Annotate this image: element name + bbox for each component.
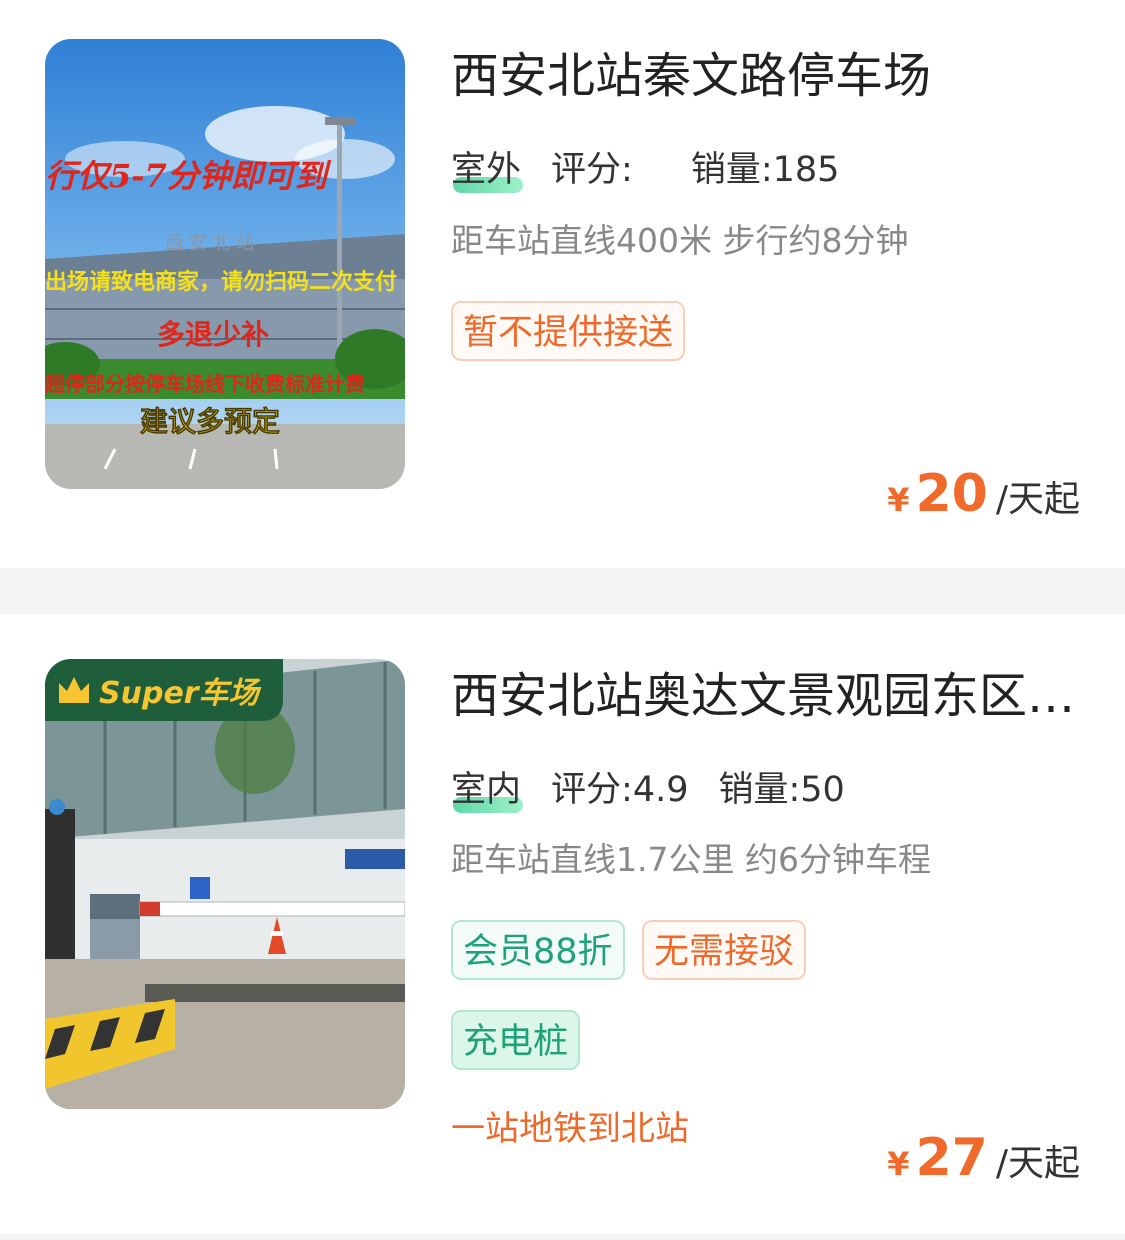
- price-value: 27: [915, 1128, 988, 1188]
- listing-photo[interactable]: Super车场: [45, 659, 405, 1109]
- tag-member-discount: 会员88折: [451, 920, 625, 980]
- listing-photo[interactable]: 行仅5-7分钟即可到 西 安 北 站 出场请致电商家，请勿扫码二次支付 多退少补…: [45, 39, 405, 489]
- price-currency: ¥: [887, 1145, 910, 1183]
- price-unit: /天起: [995, 479, 1080, 520]
- listing-title[interactable]: 西安北站秦文路停车场: [451, 46, 1081, 106]
- parking-garage-photo: Super车场: [45, 659, 405, 1109]
- sales-label: 销量:: [690, 150, 773, 190]
- image-text-line3: 多退少补: [157, 318, 269, 351]
- parking-type: 室外: [451, 145, 524, 195]
- image-text-line4: 超停部分按停车场线下收费标准计费: [45, 372, 365, 396]
- tag-no-shuttle-needed: 无需接驳: [642, 920, 807, 980]
- image-text-line2: 出场请致电商家，请勿扫码二次支付: [45, 269, 397, 295]
- section-divider: [0, 1234, 1125, 1240]
- distance-info: 距车站直线400米 步行约8分钟: [451, 221, 909, 260]
- rating-label: 评分:: [551, 150, 633, 190]
- price-unit: /天起: [995, 1143, 1080, 1184]
- price: ¥20/天起: [887, 464, 1080, 524]
- price: ¥27/天起: [887, 1128, 1080, 1188]
- parking-listing-card[interactable]: Super车场 西安北站奥达文景观园东区… 室内 评分:4.9 销量:50 距车站直…: [0, 614, 1125, 1234]
- listing-meta: 室内 评分:4.9 销量:50: [451, 765, 845, 815]
- image-station-sign: 西 安 北 站: [165, 233, 254, 254]
- sales-value: 185: [772, 150, 840, 190]
- parking-type: 室内: [451, 765, 524, 815]
- rating-value: 4.9: [632, 770, 689, 810]
- parking-listing-card[interactable]: 行仅5-7分钟即可到 西 安 北 站 出场请致电商家，请勿扫码二次支付 多退少补…: [0, 0, 1125, 568]
- listing-meta: 室外 评分: 销量:185: [451, 145, 839, 195]
- price-value: 20: [915, 464, 988, 524]
- tag-no-shuttle: 暂不提供接送: [451, 301, 686, 361]
- distance-info: 距车站直线1.7公里 约6分钟车程: [451, 840, 931, 879]
- image-text-line5: 建议多预定: [140, 405, 280, 438]
- price-currency: ¥: [887, 481, 910, 519]
- sales-value: 50: [800, 770, 845, 810]
- listing-title[interactable]: 西安北站奥达文景观园东区…: [451, 666, 1081, 726]
- sales-label: 销量:: [718, 770, 801, 810]
- image-text-line1: 行仅5-7分钟即可到: [45, 157, 332, 195]
- tag-charging-pile: 充电桩: [451, 1010, 581, 1070]
- rating-label: 评分:: [551, 770, 633, 810]
- super-badge-text: Super车场: [99, 676, 262, 711]
- promo-text: 一站地铁到北站: [451, 1109, 689, 1149]
- parking-lot-photo: 行仅5-7分钟即可到 西 安 北 站 出场请致电商家，请勿扫码二次支付 多退少补…: [45, 39, 405, 489]
- section-divider: [0, 568, 1125, 614]
